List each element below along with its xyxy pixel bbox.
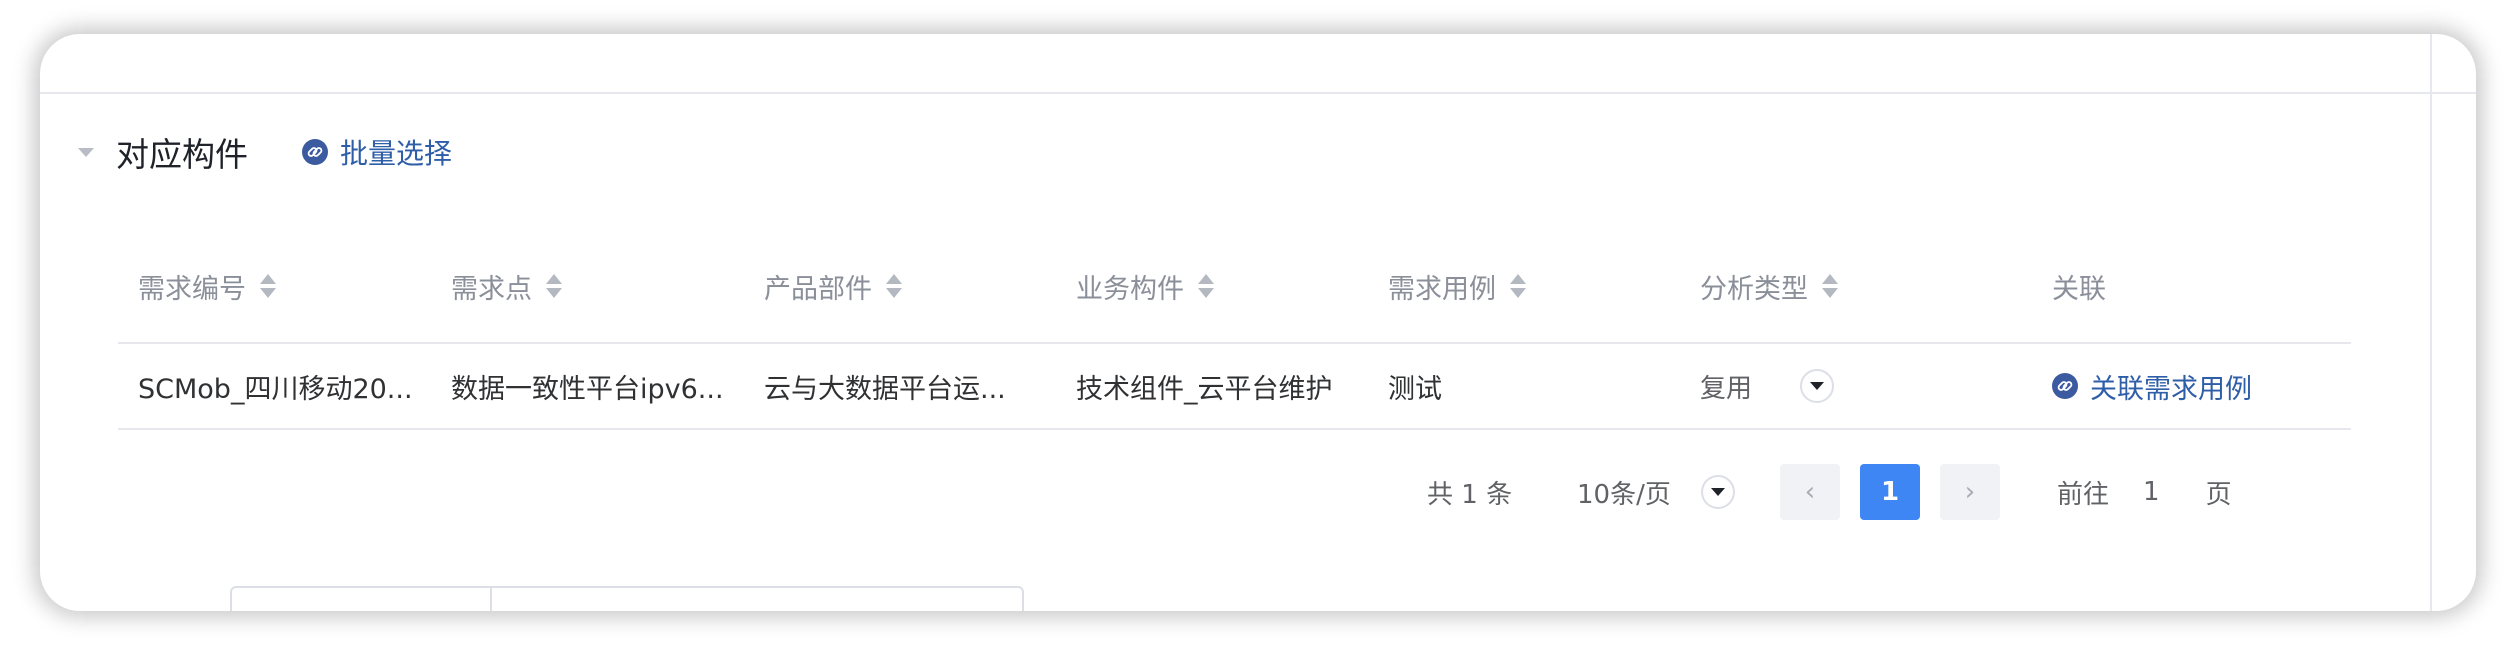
sort-icon[interactable]: [546, 272, 562, 300]
col-analysis-type[interactable]: 分析类型: [1700, 230, 1990, 342]
sort-icon[interactable]: [1822, 272, 1838, 300]
batch-select-label: 批量选择: [340, 137, 453, 170]
table-row: SCMob_四川移动20... 数据一致性平台ipv6... 云与大数据平台运.…: [118, 344, 2351, 430]
current-page-button[interactable]: 1: [1860, 464, 1920, 520]
link-icon: [2052, 373, 2078, 399]
page-size-value: 10条/页: [1577, 479, 1671, 510]
dropdown-arrow-icon[interactable]: [1800, 369, 1835, 403]
link-icon: [302, 139, 328, 165]
sort-icon[interactable]: [1510, 272, 1526, 300]
sort-icon[interactable]: [260, 272, 276, 300]
cell-req-no: SCMob_四川移动20...: [138, 373, 413, 405]
component-table: 需求编号 需求点 产品部件 业务构件 需求用例 分析类型 关联 SCMob_四川…: [118, 230, 2351, 430]
section-title: 对应构件: [116, 135, 248, 174]
cell-use-case: 测试: [1388, 373, 1442, 405]
table-header: 需求编号 需求点 产品部件 业务构件 需求用例 分析类型 关联: [118, 230, 2351, 344]
cell-biz-component: 技术组件_云平台维护: [1076, 373, 1333, 405]
col-req-point[interactable]: 需求点: [451, 230, 741, 342]
goto-input[interactable]: 1: [2143, 477, 2160, 507]
analysis-type-value: 复用: [1700, 373, 1753, 404]
caret-down-icon[interactable]: [78, 147, 94, 157]
cell-req-point: 数据一致性平台ipv6...: [451, 373, 724, 405]
cell-relate: 关联需求用例: [2052, 344, 2342, 428]
batch-select-link[interactable]: 批量选择: [302, 132, 452, 172]
prev-page-button[interactable]: ‹: [1780, 464, 1840, 520]
goto-prefix: 前往: [2057, 479, 2110, 510]
pager-buttons: ‹ 1 ›: [1780, 462, 2000, 522]
relate-label: 关联需求用例: [2090, 373, 2252, 405]
attachment-field[interactable]: [230, 586, 1024, 611]
analysis-type-select[interactable]: 复用: [1700, 344, 1990, 428]
col-biz-component[interactable]: 业务构件: [1076, 230, 1366, 342]
divider: [490, 586, 492, 611]
goto-page: 前往 1 页: [2057, 462, 2232, 522]
page-size-select[interactable]: 10条/页: [1577, 462, 1735, 522]
relate-use-case-link[interactable]: 关联需求用例: [2052, 367, 2252, 406]
pagination-total: 共 1 条: [1427, 479, 1513, 510]
section-header: 对应构件 批量选择: [78, 124, 452, 180]
cell-product-part: 云与大数据平台运...: [764, 373, 1006, 405]
component-panel: 对应构件 批量选择 需求编号 需求点 产品部件 业务构件 需求用例 分析类型 关…: [40, 34, 2476, 611]
col-req-no[interactable]: 需求编号: [138, 230, 428, 342]
goto-suffix: 页: [2205, 479, 2232, 510]
col-relate: 关联: [2052, 273, 2106, 305]
sort-icon[interactable]: [1198, 272, 1214, 300]
col-product-part[interactable]: 产品部件: [764, 230, 1054, 342]
next-page-button[interactable]: ›: [1940, 464, 2000, 520]
dropdown-arrow-icon[interactable]: [1700, 475, 1735, 509]
sort-icon[interactable]: [886, 272, 902, 300]
divider: [40, 92, 2476, 94]
divider: [2430, 34, 2432, 611]
col-use-case[interactable]: 需求用例: [1388, 230, 1678, 342]
